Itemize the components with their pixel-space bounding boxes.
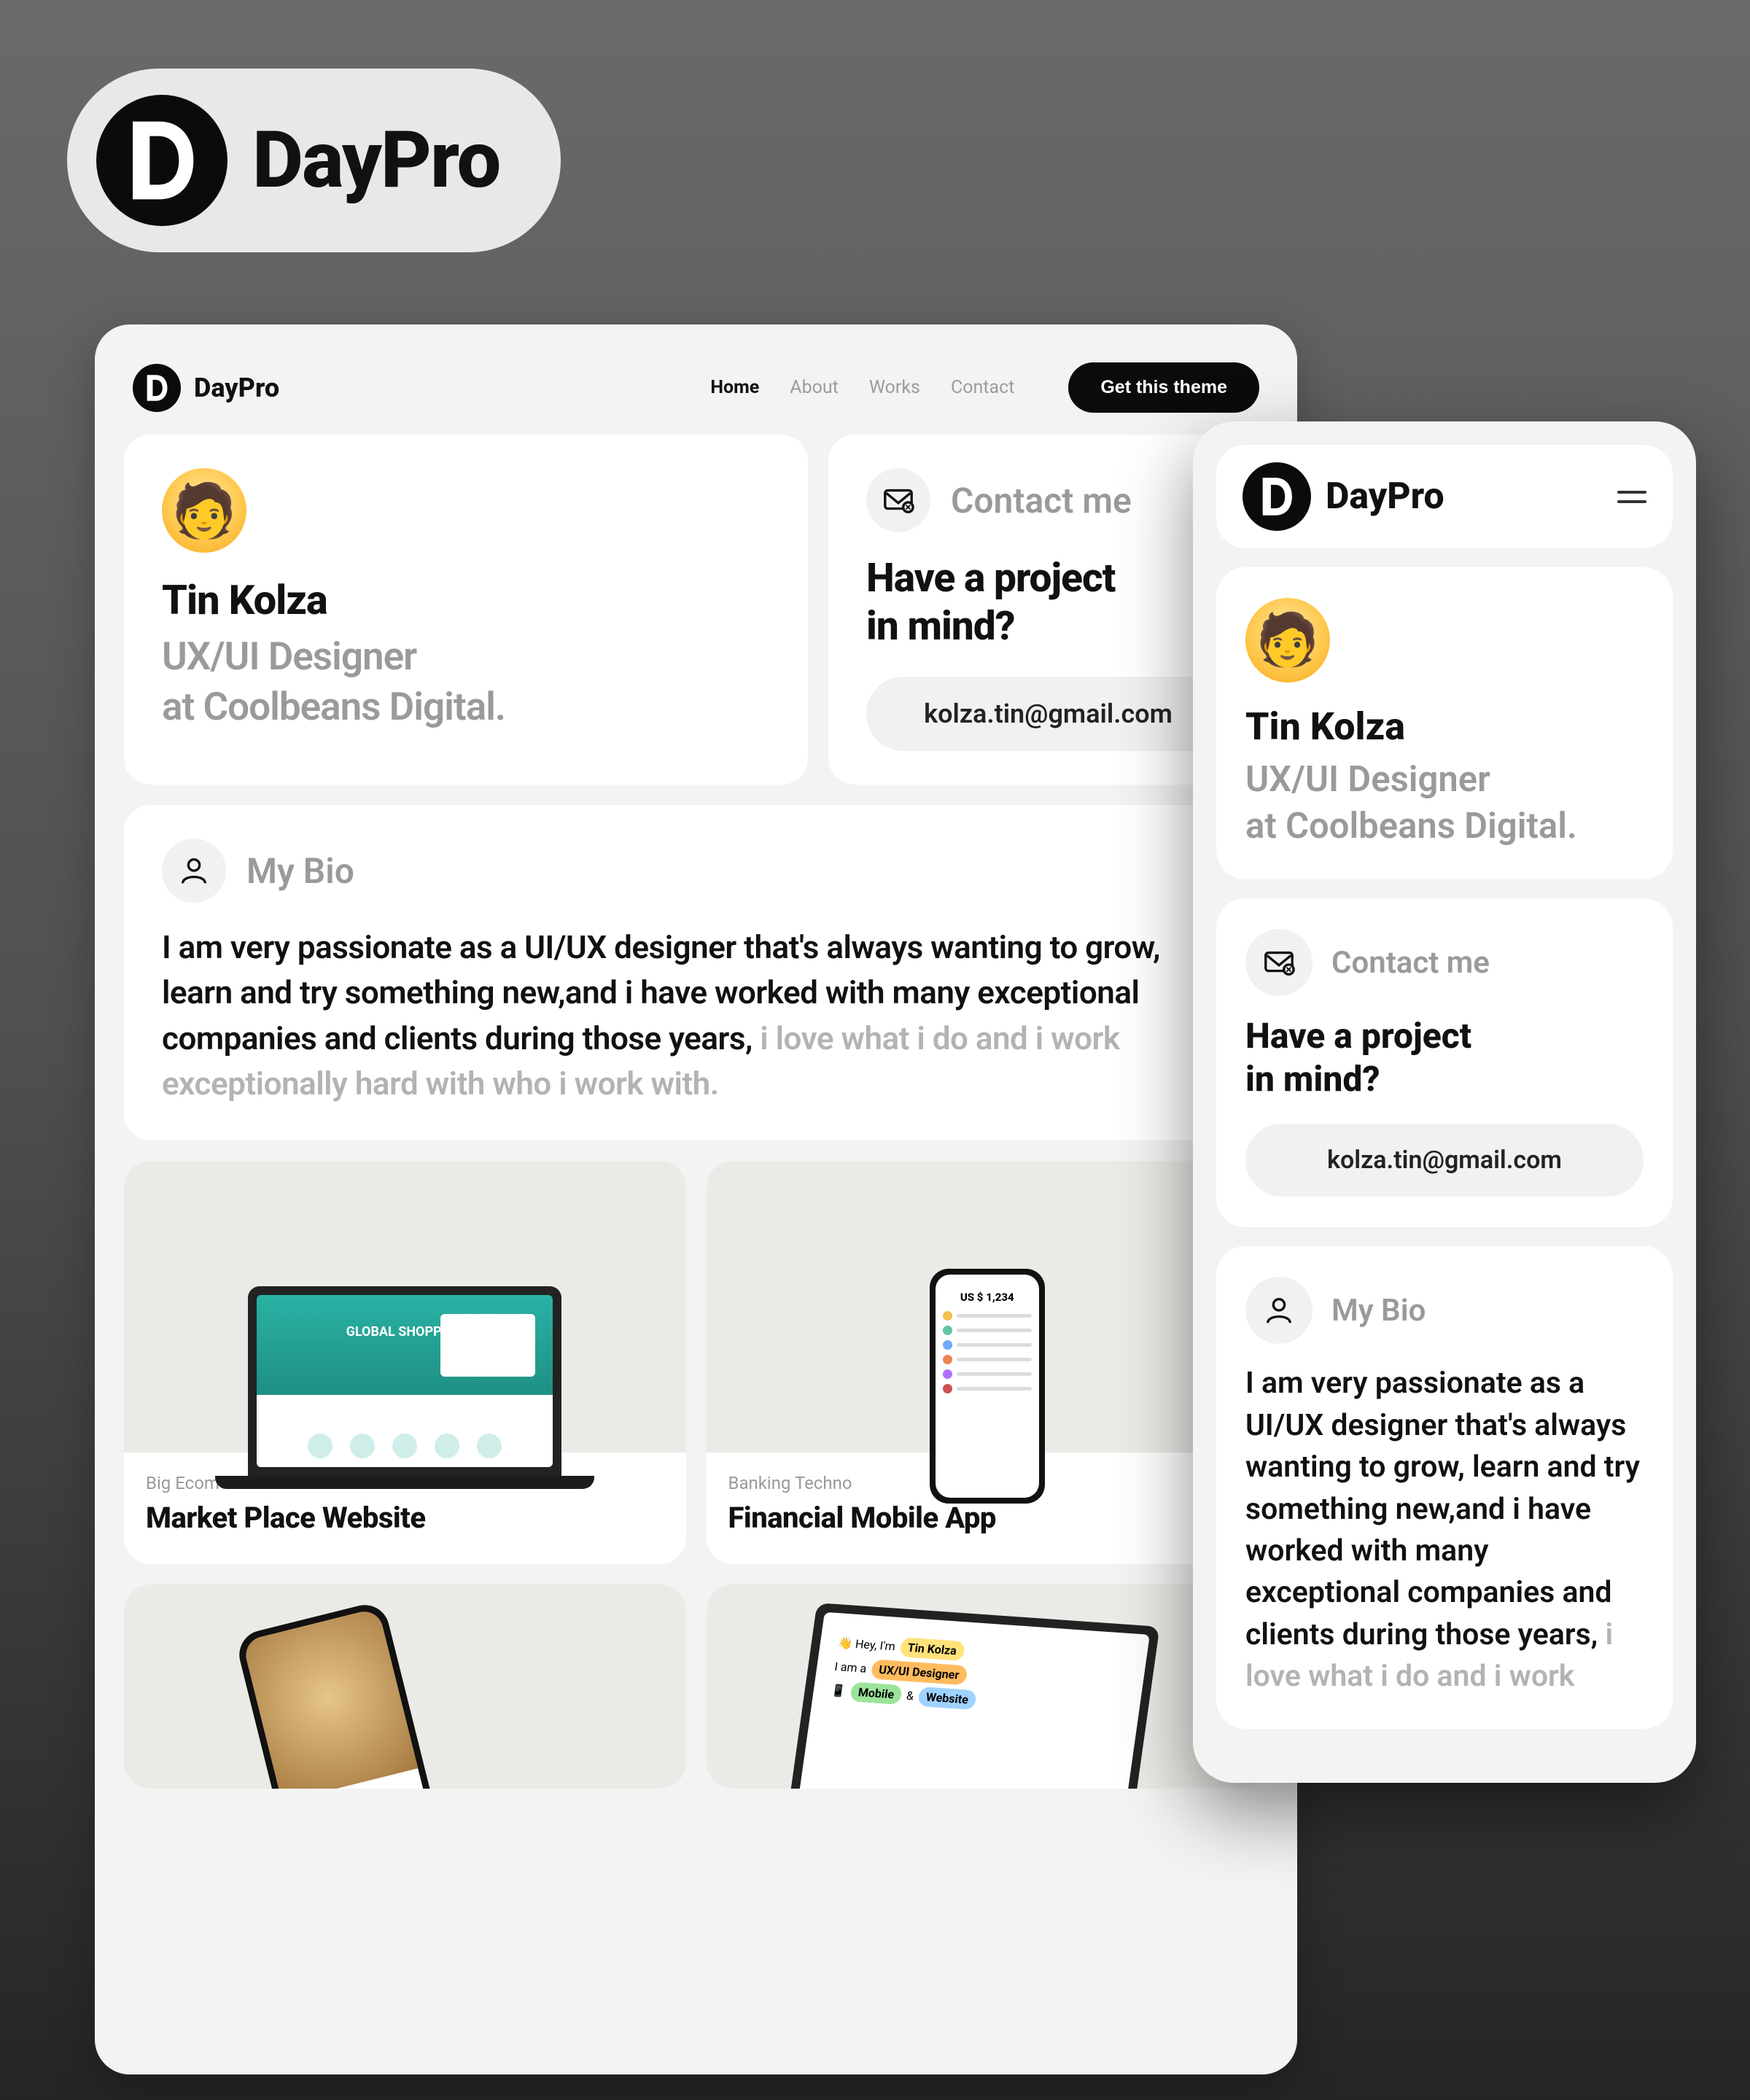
contact-email-pill[interactable]: kolza.tin@gmail.com — [1245, 1124, 1644, 1197]
person-icon — [162, 839, 226, 903]
tl-mobile: Mobile — [849, 1681, 903, 1705]
contact-email-pill[interactable]: kolza.tin@gmail.com — [866, 677, 1230, 751]
profile-role: UX/UI Designer — [162, 631, 770, 682]
phone-amount: US $ 1,234 — [943, 1291, 1032, 1304]
profile-name: Tin Kolza — [1245, 704, 1644, 749]
profile-role: UX/UI Designer — [1245, 756, 1644, 803]
mobile-profile-card: 🧑 Tin Kolza UX/UI Designer at Coolbeans … — [1216, 567, 1673, 879]
tl-name: Tin Kolza — [898, 1637, 965, 1661]
profile-company: at Coolbeans Digital. — [1245, 803, 1644, 849]
contact-section-label: Contact me — [951, 480, 1132, 521]
avatar: 🧑 — [1245, 598, 1330, 682]
bio-section-label: My Bio — [246, 850, 354, 892]
tl-iam: I am a — [833, 1660, 867, 1676]
primary-nav: Home About Works Contact Get this theme — [710, 362, 1259, 413]
nav-home[interactable]: Home — [710, 377, 759, 398]
mobile-brand[interactable]: DayPro — [1242, 462, 1444, 531]
bio-text: I am very passionate as a UI/UX designer… — [1245, 1363, 1644, 1698]
mobile-contact-card: Contact me Have a project in mind? kolza… — [1216, 898, 1673, 1227]
site-header: DayPro Home About Works Contact Get this… — [124, 354, 1268, 435]
bio-card: My Bio I am very passionate as a UI/UX d… — [124, 805, 1268, 1140]
work-title: Market Place Website — [146, 1501, 664, 1535]
contact-headline-l2: in mind? — [866, 603, 1014, 650]
bio-section-label: My Bio — [1331, 1293, 1426, 1329]
tl-greet: Hey, I'm — [854, 1637, 895, 1654]
work-card-financial[interactable]: US $ 1,234 Banking Techno Financial Mobi… — [707, 1161, 1269, 1564]
contact-email: kolza.tin@gmail.com — [924, 699, 1172, 729]
nav-contact[interactable]: Contact — [951, 377, 1014, 398]
mail-icon — [866, 468, 930, 532]
work-card-marketplace[interactable]: GLOBAL SHOPPING Big Ecomemrce Market Pla… — [124, 1161, 686, 1564]
tl-web: Website — [917, 1687, 977, 1710]
contact-headline: Have a project in mind? — [1245, 1015, 1644, 1100]
tilted-phone-mock: Jaru korean Restaurant — [234, 1600, 459, 1789]
bio-main: I am very passionate as a UI/UX designer… — [1245, 1366, 1640, 1652]
avatar: 🧑 — [162, 468, 246, 553]
brand-name: DayPro — [194, 373, 279, 403]
brand-name: DayPro — [1326, 475, 1444, 518]
menu-icon[interactable] — [1617, 491, 1646, 503]
brand[interactable]: DayPro — [133, 364, 279, 412]
contact-email: kolza.tin@gmail.com — [1327, 1146, 1562, 1175]
work-card-restaurant[interactable]: Jaru korean Restaurant — [124, 1584, 686, 1789]
logo-text: DayPro — [252, 114, 499, 206]
mail-icon — [1245, 929, 1312, 996]
tl-amp: & — [905, 1689, 914, 1703]
nav-works[interactable]: Works — [869, 377, 920, 398]
work-thumb: GLOBAL SHOPPING — [124, 1161, 686, 1452]
laptop-mock: GLOBAL SHOPPING — [248, 1286, 561, 1489]
profile-company: at Coolbeans Digital. — [162, 682, 770, 732]
works-grid: GLOBAL SHOPPING Big Ecomemrce Market Pla… — [124, 1161, 1268, 1789]
brand-logo-disc — [1242, 462, 1311, 531]
contact-headline: Have a project in mind? — [866, 554, 1230, 650]
contact-section-label: Contact me — [1331, 945, 1490, 981]
contact-headline-l1: Have a project — [866, 555, 1115, 602]
product-logo-pill: DayPro — [67, 69, 561, 252]
profile-card: 🧑 Tin Kolza UX/UI Designer at Coolbeans … — [124, 435, 808, 785]
brand-logo-disc — [133, 364, 181, 412]
mobile-preview-frame: DayPro 🧑 Tin Kolza UX/UI Designer at Coo… — [1193, 421, 1696, 1783]
mobile-bio-card: My Bio I am very passionate as a UI/UX d… — [1216, 1246, 1673, 1728]
person-icon — [1245, 1277, 1312, 1344]
contact-headline-l2: in mind? — [1245, 1058, 1380, 1100]
nav-about[interactable]: About — [790, 377, 839, 398]
work-thumb: Jaru korean Restaurant — [124, 1584, 686, 1789]
desktop-preview-frame: DayPro Home About Works Contact Get this… — [95, 324, 1297, 2074]
phone-mock: US $ 1,234 — [930, 1269, 1045, 1504]
mobile-header: DayPro — [1216, 445, 1673, 548]
get-theme-button[interactable]: Get this theme — [1068, 362, 1259, 413]
logo-d-glyph — [125, 117, 198, 204]
tilted-laptop-mock: 👋 Hey, I'm Tin Kolza I am a UX/UI Design… — [785, 1603, 1159, 1789]
work-thumb: US $ 1,234 — [707, 1161, 1269, 1452]
logo-disc — [96, 95, 228, 226]
work-title: Financial Mobile App — [728, 1501, 1247, 1535]
bio-text: I am very passionate as a UI/UX designer… — [162, 925, 1230, 1107]
profile-name: Tin Kolza — [162, 576, 770, 624]
work-card-portfolio[interactable]: 👋 Hey, I'm Tin Kolza I am a UX/UI Design… — [707, 1584, 1269, 1789]
contact-headline-l1: Have a project — [1245, 1015, 1471, 1057]
work-thumb: 👋 Hey, I'm Tin Kolza I am a UX/UI Design… — [707, 1584, 1269, 1789]
